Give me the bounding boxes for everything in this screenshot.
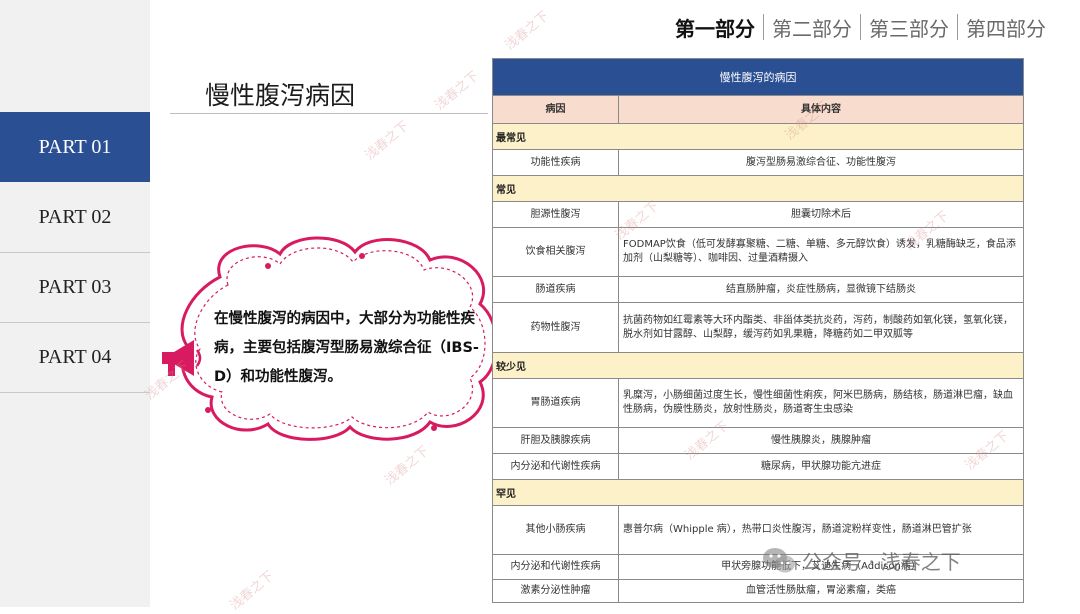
header-cause: 病因 [493,96,619,123]
wechat-icon [763,547,795,572]
part-02-tab[interactable]: PART 02 [0,183,150,253]
part-01-tab[interactable]: PART 01 [0,112,150,182]
detail-cell: FODMAP饮食（低可发酵寡聚糖、二糖、单糖、多元醇饮食）诱发，乳糖酶缺乏，食品… [623,239,1016,264]
table-row: 胃肠道疾病 乳糜泻，小肠细菌过度生长，慢性细菌性痢疾，阿米巴肠病，肠结核，肠道淋… [493,378,1023,427]
nav-part-3[interactable]: 第三部分 [861,13,957,42]
table-row: 肠道疾病 结直肠肿瘤，炎症性肠病，显微镜下结肠炎 [493,276,1023,302]
section-common: 常见 [493,175,1023,201]
table-row: 药物性腹泻 抗菌药物如红霉素等大环内酯类、非甾体类抗炎药，泻药，制酸药如氧化镁，… [493,302,1023,352]
detail-cell: 抗菌药物如红霉素等大环内酯类、非甾体类抗炎药，泻药，制酸药如氧化镁，氢氧化镁，脱… [623,314,1013,340]
cause-cell: 饮食相关腹泻 [493,228,619,276]
nav-part-4[interactable]: 第四部分 [958,13,1054,42]
title-underline [170,113,488,114]
table-row: 胆源性腹泻 胆囊切除术后 [493,201,1023,227]
cause-cell: 功能性疾病 [493,150,619,175]
slide-title: 慢性腹泻病因 [205,81,356,110]
part-04-tab[interactable]: PART 04 [0,323,150,393]
nav-part-2[interactable]: 第二部分 [764,13,860,42]
cause-cell: 内分泌和代谢性疾病 [493,555,619,579]
watermark: 浅春之下 [382,443,433,489]
section-less-common: 较少见 [493,352,1023,378]
table-row: 功能性疾病 腹泻型肠易激综合征、功能性腹泻 [493,149,1023,175]
detail-cell: 糖尿病，甲状腺功能亢进症 [761,460,881,472]
table-title: 慢性腹泻的病因 [493,59,1023,95]
account-prefix: 公众号 · [802,550,875,574]
table-row: 内分泌和代谢性疾病 糖尿病，甲状腺功能亢进症 [493,453,1023,479]
table-row: 肝胆及胰腺疾病 慢性胰腺炎，胰腺肿瘤 [493,427,1023,453]
detail-cell: 血管活性肠肽瘤，胃泌素瘤，类癌 [746,585,896,596]
account-watermark: 公众号 · 浅春之下 [762,546,961,575]
watermark: 浅春之下 [362,118,413,164]
cause-cell: 肠道疾病 [493,277,619,302]
watermark: 浅春之下 [227,568,278,614]
bubble-text: 在慢性腹泻的病因中，大部分为功能性疾病，主要包括腹泻型肠易激综合征（IBS-D）… [214,311,479,385]
detail-cell: 结直肠肿瘤，炎症性肠病，显微镜下结肠炎 [726,283,916,295]
watermark: 浅春之下 [502,8,553,54]
cause-cell: 胃肠道疾病 [493,379,619,427]
watermark: 浅春之下 [432,68,483,114]
detail-cell: 慢性胰腺炎，胰腺肿瘤 [771,434,871,446]
detail-cell: 腹泻型肠易激综合征、功能性腹泻 [746,156,896,168]
table-header: 病因 具体内容 [493,95,1023,123]
detail-cell: 乳糜泻，小肠细菌过度生长，慢性细菌性痢疾，阿米巴肠病，肠结核，肠道淋巴瘤，缺血性… [623,390,1013,415]
nav-part-1[interactable]: 第一部分 [667,13,763,42]
detail-cell: 胆囊切除术后 [791,208,851,220]
table-row: 激素分泌性肿瘤 血管活性肠肽瘤，胃泌素瘤，类癌 [493,579,1023,602]
cause-cell: 肝胆及胰腺疾病 [493,428,619,453]
megaphone-icon [162,340,202,376]
part-03-tab[interactable]: PART 03 [0,253,150,323]
causes-table: 慢性腹泻的病因 病因 具体内容 最常见 功能性疾病 腹泻型肠易激综合征、功能性腹… [492,58,1024,603]
table-row: 饮食相关腹泻 FODMAP饮食（低可发酵寡聚糖、二糖、单糖、多元醇饮食）诱发，乳… [493,227,1023,276]
cause-cell: 其他小肠疾病 [493,506,619,554]
header-detail: 具体内容 [801,103,841,115]
account-name: 浅春之下 [880,550,961,574]
cause-cell: 药物性腹泻 [493,303,619,352]
section-rare: 罕见 [493,479,1023,505]
cause-cell: 胆源性腹泻 [493,202,619,227]
cause-cell: 激素分泌性肿瘤 [493,580,619,602]
top-navigation: 第一部分 第二部分 第三部分 第四部分 [667,12,1054,42]
cause-cell: 内分泌和代谢性疾病 [493,454,619,479]
section-most-common: 最常见 [493,123,1023,149]
